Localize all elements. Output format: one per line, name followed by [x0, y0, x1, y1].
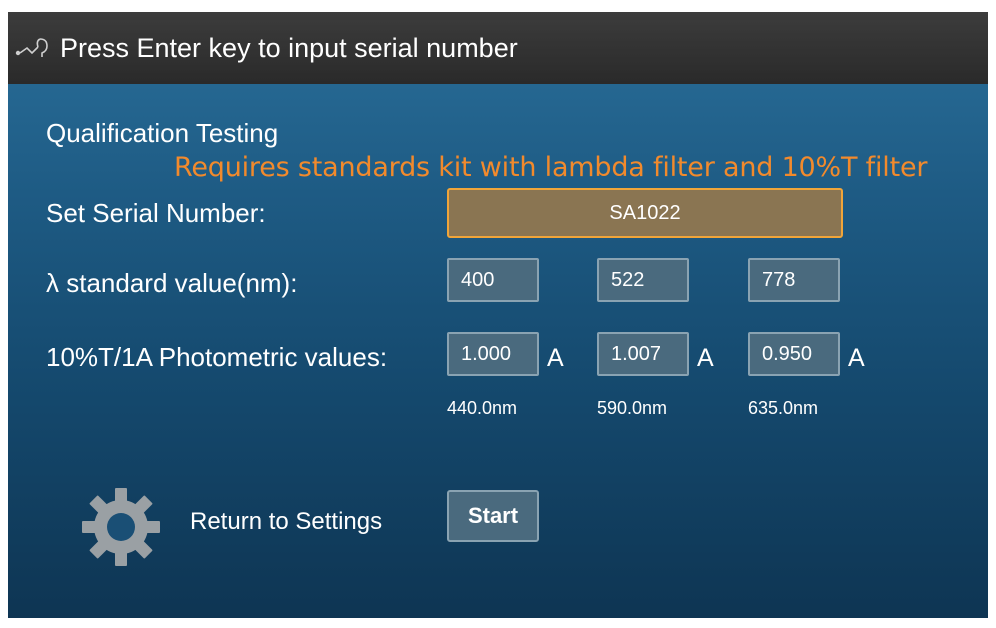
start-button[interactable]: Start [447, 490, 539, 542]
lambda-standard-label: λ standard value(nm): [46, 268, 298, 298]
photometric-label: 10%T/1A Photometric values: [46, 342, 388, 372]
page-heading: Qualification Testing [46, 118, 279, 148]
photometric-value: 0.950 [762, 342, 813, 365]
photometric-value: 1.007 [611, 342, 662, 365]
absorbance-unit: A [547, 344, 564, 372]
photometric-value-field-1[interactable]: 1.000 [447, 332, 539, 376]
gear-icon[interactable] [80, 486, 162, 568]
start-button-label: Start [467, 503, 519, 528]
lambda-value: 522 [611, 268, 645, 291]
wavelength-label: 635.0nm [748, 398, 819, 418]
warning-message: Requires standards kit with lambda filte… [174, 152, 928, 183]
photometric-value-field-2[interactable]: 1.007 [597, 332, 689, 376]
serial-number-label: Set Serial Number: [46, 198, 266, 228]
lambda-value: 400 [461, 268, 495, 291]
lambda-value-field-1[interactable]: 400 [447, 258, 539, 302]
title-bar: Press Enter key to input serial number [8, 12, 988, 84]
photometric-value-field-3[interactable]: 0.950 [748, 332, 840, 376]
wand-icon [15, 38, 48, 57]
absorbance-unit: A [697, 344, 714, 372]
serial-number-field[interactable]: SA1022 [447, 188, 843, 238]
absorbance-unit: A [848, 344, 865, 372]
photometric-value: 1.000 [461, 342, 512, 365]
lambda-value-field-2[interactable]: 522 [597, 258, 689, 302]
lambda-value-field-3[interactable]: 778 [748, 258, 840, 302]
wavelength-label: 440.0nm [447, 398, 518, 418]
lambda-value: 778 [762, 268, 796, 291]
return-to-settings-link[interactable]: Return to Settings [190, 508, 382, 536]
window-title: Press Enter key to input serial number [60, 32, 518, 63]
wavelength-label: 590.0nm [597, 398, 668, 418]
qualification-screen: Press Enter key to input serial number Q… [8, 12, 988, 618]
serial-number-value: SA1022 [609, 201, 681, 224]
